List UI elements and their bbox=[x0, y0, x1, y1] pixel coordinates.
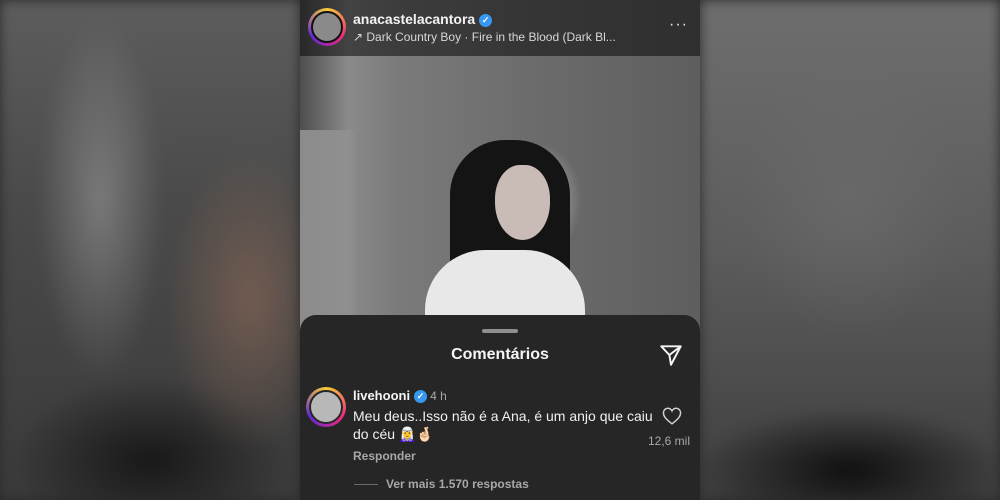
comment-time: 4 h bbox=[430, 389, 447, 403]
verified-badge-icon: ✓ bbox=[414, 390, 428, 404]
more-options-icon[interactable]: ··· bbox=[669, 16, 688, 34]
post-username[interactable]: anacastelacantora ✓ bbox=[353, 11, 493, 27]
post-header: anacastelacantora ✓ ↗ Dark Country Boy · … bbox=[300, 0, 700, 56]
reel-viewer: anacastelacantora ✓ ↗ Dark Country Boy · … bbox=[300, 0, 700, 500]
comment-text: Meu deus..Isso não é a Ana, é um anjo qu… bbox=[353, 408, 653, 442]
heart-icon[interactable] bbox=[662, 407, 682, 425]
song-link[interactable]: ↗ Dark Country Boy · Fire in the Blood (… bbox=[353, 30, 653, 44]
comment-avatar[interactable] bbox=[306, 387, 346, 427]
post-username-text[interactable]: anacastelacantora bbox=[353, 11, 475, 27]
comments-sheet: Comentários livehooni ✓ 4 h Meu deus..Isso… bbox=[300, 315, 700, 500]
send-icon[interactable] bbox=[658, 342, 684, 368]
blurred-background-right bbox=[700, 0, 1000, 500]
verified-badge-icon: ✓ bbox=[479, 13, 493, 27]
photo-subject-face bbox=[495, 165, 550, 240]
view-more-replies-text[interactable]: Ver mais 1.570 respostas bbox=[386, 477, 529, 491]
reply-button[interactable]: Responder bbox=[353, 449, 416, 463]
comments-title: Comentários bbox=[451, 346, 549, 363]
blurred-background-left bbox=[0, 0, 300, 500]
comment-username-text[interactable]: livehooni bbox=[353, 388, 410, 403]
sheet-drag-handle[interactable] bbox=[482, 329, 518, 333]
replies-divider bbox=[354, 484, 378, 486]
like-count: 12,6 mil bbox=[647, 434, 691, 448]
comment-username[interactable]: livehooni ✓ 4 h bbox=[353, 388, 447, 404]
profile-avatar[interactable] bbox=[308, 8, 346, 46]
photo-panel bbox=[300, 130, 355, 330]
view-more-replies[interactable]: Ver mais 1.570 respostas bbox=[354, 477, 529, 491]
